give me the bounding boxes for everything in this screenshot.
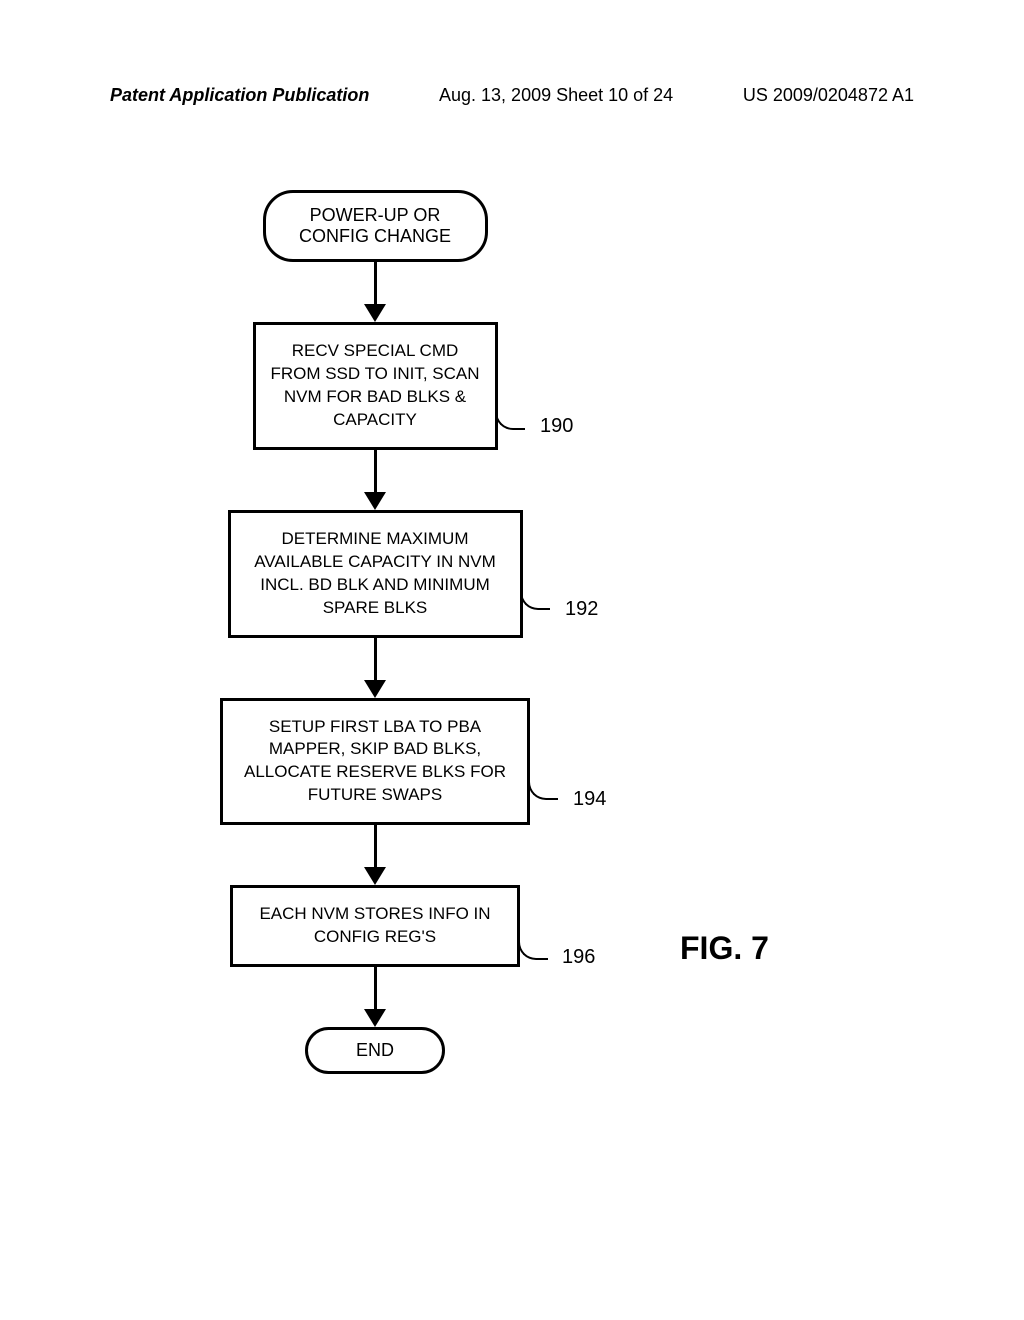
process-190: RECV SPECIAL CMD FROM SSD TO INIT, SCAN … (253, 322, 498, 450)
arrow-4 (195, 825, 555, 885)
process-194: SETUP FIRST LBA TO PBA MAPPER, SKIP BAD … (220, 698, 530, 826)
arrow-5 (195, 967, 555, 1027)
step196-text: EACH NVM STORES INFO IN CONFIG REG'S (259, 904, 490, 946)
step192-text: DETERMINE MAXIMUM AVAILABLE CAPACITY IN … (254, 529, 496, 617)
end-text: END (356, 1040, 394, 1060)
arrow-3 (195, 638, 555, 698)
start-text: POWER-UP OR CONFIG CHANGE (299, 205, 451, 246)
ref-label-190: 190 (540, 415, 573, 438)
header-patent-number: US 2009/0204872 A1 (743, 85, 914, 106)
arrow-1 (195, 262, 555, 322)
flowchart-diagram: POWER-UP OR CONFIG CHANGE RECV SPECIAL C… (195, 190, 555, 1074)
arrow-2 (195, 450, 555, 510)
header-publication: Patent Application Publication (110, 85, 369, 106)
step190-text: RECV SPECIAL CMD FROM SSD TO INIT, SCAN … (270, 341, 479, 429)
ref-label-194: 194 (573, 788, 606, 811)
process-192: DETERMINE MAXIMUM AVAILABLE CAPACITY IN … (228, 510, 523, 638)
process-196: EACH NVM STORES INFO IN CONFIG REG'S (230, 885, 520, 967)
step194-text: SETUP FIRST LBA TO PBA MAPPER, SKIP BAD … (244, 717, 506, 805)
flowchart-end: END (305, 1027, 445, 1074)
ref-label-192: 192 (565, 598, 598, 621)
ref-label-196: 196 (562, 946, 595, 969)
flowchart-start: POWER-UP OR CONFIG CHANGE (263, 190, 488, 262)
header-sheet-info: Aug. 13, 2009 Sheet 10 of 24 (439, 85, 673, 106)
page-header: Patent Application Publication Aug. 13, … (110, 85, 914, 106)
figure-label: FIG. 7 (680, 930, 769, 967)
